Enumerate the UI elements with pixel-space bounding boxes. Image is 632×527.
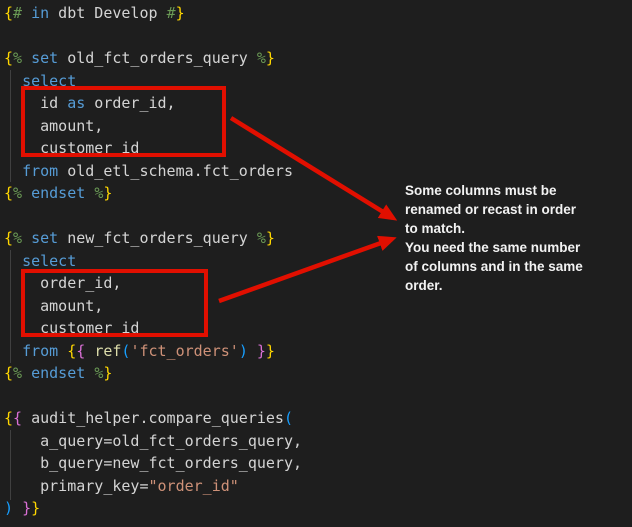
annotation-line: You need the same number: [405, 238, 605, 257]
indent-guide: [10, 70, 11, 182]
code-line: [4, 25, 632, 48]
indent-guide: [10, 250, 11, 363]
highlight-box-old-columns: [21, 86, 226, 157]
annotation-line: to match.: [405, 219, 605, 238]
code-line: [4, 385, 632, 408]
code-line: primary_key="order_id": [4, 475, 632, 498]
code-line: b_query=new_fct_orders_query,: [4, 452, 632, 475]
code-line: from old_etl_schema.fct_orders: [4, 160, 632, 183]
code-line: {% set old_fct_orders_query %}: [4, 47, 632, 70]
highlight-box-new-columns: [21, 269, 208, 337]
code-line: a_query=old_fct_orders_query,: [4, 430, 632, 453]
code-line: from {{ ref('fct_orders') }}: [4, 340, 632, 363]
annotation-note: Some columns must be renamed or recast i…: [405, 181, 605, 295]
code-line: ) }}: [4, 497, 632, 520]
code-line: {% endset %}: [4, 362, 632, 385]
indent-guide: [10, 430, 11, 500]
annotation-line: order.: [405, 276, 605, 295]
code-line: {{ audit_helper.compare_queries(: [4, 407, 632, 430]
annotation-line: renamed or recast in order: [405, 200, 605, 219]
annotation-line: of columns and in the same: [405, 257, 605, 276]
code-line: {# in dbt Develop #}: [4, 2, 632, 25]
annotation-line: Some columns must be: [405, 181, 605, 200]
